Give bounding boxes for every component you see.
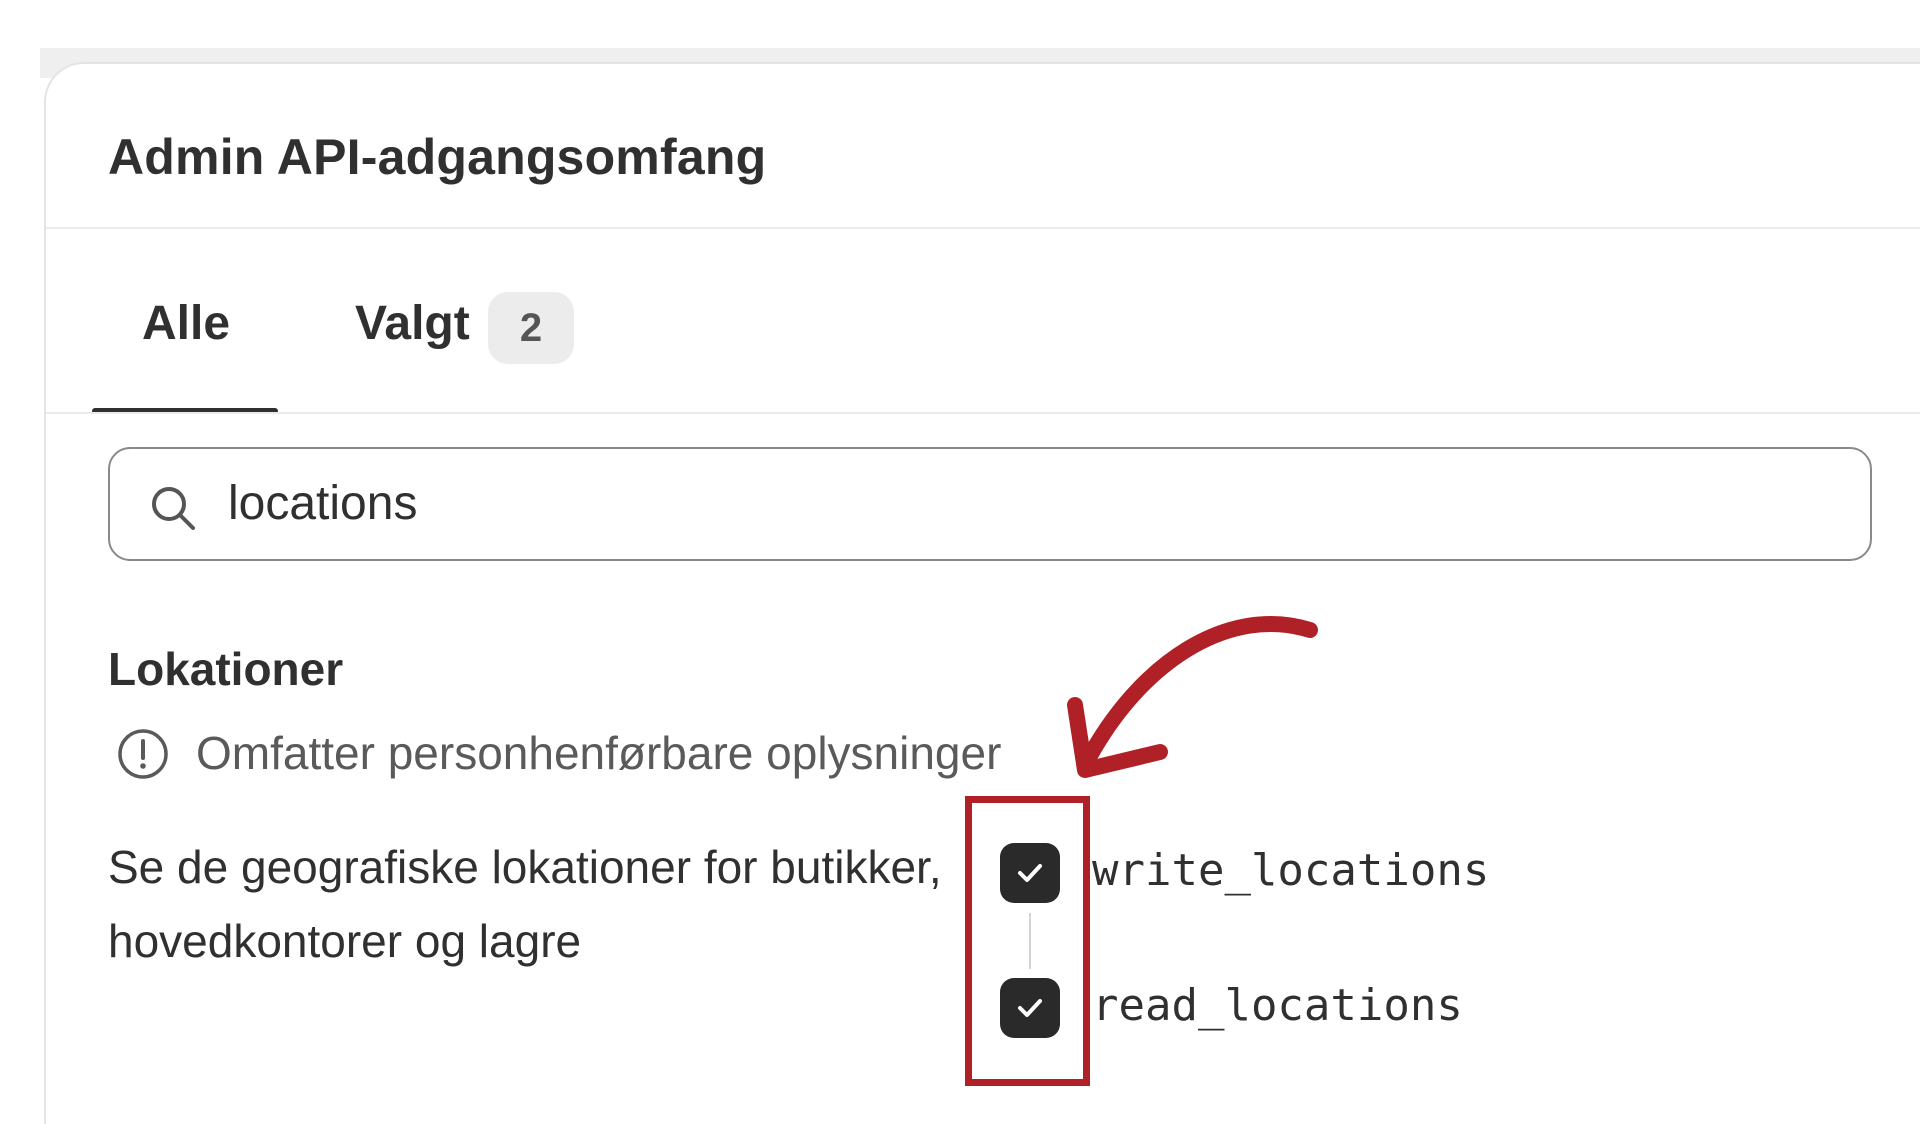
scope-read-locations: read_locations xyxy=(1092,980,1463,1031)
search-value: locations xyxy=(228,477,418,530)
tab-alle[interactable]: Alle xyxy=(142,296,230,351)
section-title: Lokationer xyxy=(108,643,344,695)
annotation-highlight-box xyxy=(965,796,1090,1086)
card-title: Admin API-adgangsomfang xyxy=(108,129,767,185)
section-description: Se de geografiske lokationer for butikke… xyxy=(108,841,942,967)
selected-count-badge: 2 xyxy=(488,292,574,364)
search-input[interactable]: locations xyxy=(108,447,1872,561)
header-divider xyxy=(46,227,1920,229)
tabs-divider xyxy=(46,412,1920,414)
tab-valgt[interactable]: Valgt xyxy=(355,296,470,351)
pii-notice: Omfatter personhenførbare oplysninger xyxy=(196,727,1002,779)
info-icon xyxy=(118,729,168,779)
search-icon xyxy=(152,487,195,530)
scope-write-locations: write_locations xyxy=(1092,845,1490,896)
